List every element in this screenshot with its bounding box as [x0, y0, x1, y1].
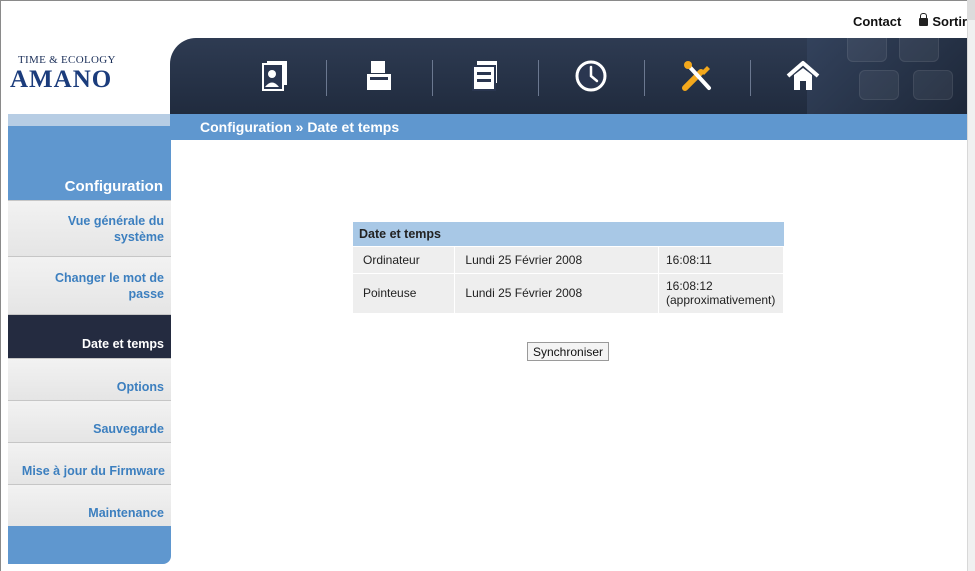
nav-terminal-button[interactable]	[432, 50, 538, 102]
synchronize-button[interactable]: Synchroniser	[527, 342, 610, 361]
logo-brand: AMANO	[10, 66, 113, 93]
home-icon	[786, 61, 820, 90]
sidebar-item-label: Date et temps	[82, 336, 164, 351]
main-nav	[220, 50, 856, 102]
logo-tagline: TIME & ECOLOGY	[18, 54, 116, 66]
sidebar-top-strip	[8, 114, 170, 126]
clock-icon	[575, 60, 607, 92]
terminal-icon	[472, 61, 497, 91]
sidebar: Configuration Vue générale du système Cha…	[8, 126, 171, 564]
sidebar-item-maintenance[interactable]: Maintenance	[8, 484, 171, 526]
window-left-border	[0, 0, 8, 571]
logout-label: Sortir	[932, 14, 967, 29]
row-date: Lundi 25 Février 2008	[454, 246, 659, 274]
sidebar-item-label: Sauvegarde	[93, 421, 164, 436]
row-time: 16:08:11	[658, 246, 784, 274]
employee-card-icon	[262, 61, 287, 91]
sidebar-item-label: Mise à jour du Firmware	[21, 463, 165, 478]
sidebar-item-label: Changer le mot de passe	[54, 270, 164, 301]
contact-link[interactable]: Contact	[853, 14, 901, 29]
nav-timecard-button[interactable]	[326, 50, 432, 102]
sidebar-item-date-time[interactable]: Date et temps	[8, 314, 171, 358]
sidebar-item-system-overview[interactable]: Vue générale du système	[8, 200, 171, 256]
sidebar-item-options[interactable]: Options	[8, 358, 171, 400]
row-date: Lundi 25 Février 2008	[454, 273, 659, 314]
tools-icon	[682, 61, 711, 91]
nav-clock-button[interactable]	[538, 50, 644, 102]
row-time-note: (approximativement)	[666, 293, 776, 307]
time-card-icon	[367, 61, 391, 90]
nav-home-button[interactable]	[750, 50, 856, 102]
sidebar-item-change-password[interactable]: Changer le mot de passe	[8, 256, 171, 314]
scrollbar-thumb[interactable]	[967, 0, 975, 20]
datetime-table: Date et temps Ordinateur Lundi 25 Févrie…	[353, 222, 784, 314]
sidebar-item-backup[interactable]: Sauvegarde	[8, 400, 171, 442]
top-banner	[170, 38, 967, 114]
lock-icon	[919, 13, 929, 26]
sidebar-item-label: Options	[116, 379, 164, 394]
logo[interactable]: TIME & ECOLOGY AMANO	[10, 54, 160, 94]
vertical-scrollbar[interactable]	[967, 0, 975, 571]
nav-tools-button[interactable]	[644, 50, 750, 102]
table-header-row: Date et temps	[353, 222, 784, 247]
sidebar-title: Configuration	[64, 178, 163, 195]
sidebar-item-label: Vue générale du système	[67, 213, 164, 244]
row-time: 16:08:12	[666, 279, 713, 293]
row-source: Pointeuse	[353, 273, 456, 314]
table-title: Date et temps	[353, 222, 784, 247]
sidebar-item-label: Maintenance	[88, 505, 164, 520]
table-row: Ordinateur Lundi 25 Février 2008 16:08:1…	[353, 246, 784, 274]
table-row: Pointeuse Lundi 25 Février 2008 16:08:12…	[353, 273, 784, 314]
sidebar-item-firmware-update[interactable]: Mise à jour du Firmware	[8, 442, 171, 484]
breadcrumb: Configuration » Date et temps	[200, 119, 400, 135]
nav-employee-button[interactable]	[220, 50, 326, 102]
row-source: Ordinateur	[353, 246, 456, 274]
logout-link[interactable]: Sortir	[919, 13, 967, 29]
top-links: Contact Sortir	[853, 13, 967, 29]
window-top-border	[0, 0, 975, 8]
row-time-cell: 16:08:12 (approximativement)	[658, 273, 784, 314]
